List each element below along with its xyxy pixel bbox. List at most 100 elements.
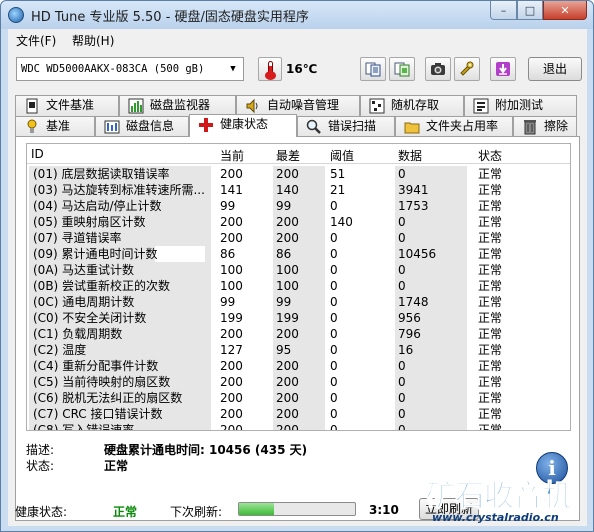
tab-extra-tests[interactable]: 附加测试	[464, 95, 577, 116]
smart-data-cell: 0	[395, 166, 467, 182]
smart-data-cell: 0	[395, 406, 467, 422]
tab-disk-info[interactable]: 磁盘信息	[95, 116, 189, 137]
menu-file[interactable]: 文件(F)	[16, 32, 56, 49]
smart-threshold-cell: 0	[327, 326, 391, 342]
maximize-button[interactable]: □	[517, 1, 543, 20]
tab-disk-monitor-label: 磁盘监视器	[150, 98, 211, 112]
table-row[interactable]: (09) 累计通电时间计数 86 86 0 10456 正常	[27, 246, 570, 262]
tab-file-benchmark[interactable]: 文件基准	[15, 95, 119, 116]
smart-current-cell: 200	[217, 326, 269, 342]
smart-threshold-cell: 0	[327, 246, 391, 262]
camera-icon	[431, 63, 445, 75]
smart-status-cell: 正常	[475, 214, 535, 230]
smart-status-cell: 正常	[475, 326, 535, 342]
chevron-down-icon: ▼	[230, 64, 236, 74]
col-header-worst[interactable]: 最差	[276, 147, 300, 164]
smart-id-cell: (C7) CRC 接口错误计数	[29, 406, 211, 422]
client-area: 文件(F) 帮助(H) WDC WD5000AAKX-083CA (500 gB…	[8, 29, 587, 526]
table-row[interactable]: (07) 寻道错误率 200 200 0 0 正常	[27, 230, 570, 246]
table-row[interactable]: (05) 重映射扇区计数 200 200 140 0 正常	[27, 214, 570, 230]
smart-status-cell: 正常	[475, 262, 535, 278]
smart-worst-cell: 100	[273, 278, 325, 294]
table-row[interactable]: (C4) 重新分配事件计数 200 200 0 0 正常	[27, 358, 570, 374]
table-row[interactable]: (C8) 写入错误速率 200 200 0 0 正常	[27, 422, 570, 430]
screenshot-camera-button[interactable]	[425, 57, 451, 81]
smart-data-cell: 0	[395, 422, 467, 430]
col-header-status[interactable]: 状态	[478, 147, 502, 164]
table-row[interactable]: (C5) 当前待映射的扇区数 200 200 0 0 正常	[27, 374, 570, 390]
smart-threshold-cell: 51	[327, 166, 391, 182]
smart-status-cell: 正常	[475, 230, 535, 246]
menu-help[interactable]: 帮助(H)	[72, 32, 114, 49]
tab-folder-usage[interactable]: 文件夹占用率	[395, 116, 513, 137]
folder-usage-icon	[404, 122, 420, 134]
table-row[interactable]: (0A) 马达重试计数 100 100 0 0 正常	[27, 262, 570, 278]
description-label: 描述:	[26, 443, 55, 457]
app-window: HD Tune 专业版 5.50 - 硬盘/固态硬盘实用程序 – □ ✕ 文件(…	[0, 0, 594, 532]
temperature-readout: 16℃	[286, 62, 318, 76]
smart-table[interactable]: ID 当前 最差 阈值 数据 状态 (01) 底层数据读取错误率 200 200 51…	[26, 143, 571, 431]
col-header-id[interactable]: ID	[31, 147, 44, 161]
table-row[interactable]: (C7) CRC 接口错误计数 200 200 0 0 正常	[27, 406, 570, 422]
smart-current-cell: 127	[217, 342, 269, 358]
thermometer-icon	[258, 57, 282, 81]
col-header-threshold[interactable]: 阈值	[330, 147, 354, 164]
table-row[interactable]: (C1) 负载周期数 200 200 0 796 正常	[27, 326, 570, 342]
health-icon	[199, 118, 213, 132]
save-button[interactable]	[490, 57, 516, 81]
tabs-top-row: 文件基准 磁盘监视器 自动噪音管理 随机存取 附加测试	[15, 95, 580, 116]
copy-screenshot-icon	[394, 62, 410, 77]
smart-id-cell: (C6) 脱机无法纠正的扇区数	[29, 390, 211, 406]
drive-select[interactable]: WDC WD5000AAKX-083CA (500 gB) ▼	[16, 57, 244, 81]
table-row[interactable]: (C2) 温度 127 95 0 16 正常	[27, 342, 570, 358]
smart-status-cell: 正常	[475, 198, 535, 214]
table-row[interactable]: (C0) 不安全关闭计数 199 199 0 956 正常	[27, 310, 570, 326]
close-button[interactable]: ✕	[543, 1, 587, 20]
exit-button[interactable]: 退出	[528, 57, 582, 81]
title-bar[interactable]: HD Tune 专业版 5.50 - 硬盘/固态硬盘实用程序 – □ ✕	[1, 1, 593, 29]
table-row[interactable]: (03) 马达旋转到标准转速所需... 141 140 21 3941 正常	[27, 182, 570, 198]
smart-threshold-cell: 0	[327, 342, 391, 358]
smart-current-cell: 86	[217, 246, 269, 262]
smart-worst-cell: 200	[273, 166, 325, 182]
tab-benchmark[interactable]: 基准	[15, 116, 95, 137]
table-row[interactable]: (0B) 尝试重新校正的次数 100 100 0 0 正常	[27, 278, 570, 294]
table-row[interactable]: (01) 底层数据读取错误率 200 200 51 0 正常	[27, 166, 570, 182]
copy-screenshot-button[interactable]	[389, 57, 415, 81]
tab-disk-monitor[interactable]: 磁盘监视器	[119, 95, 236, 116]
smart-threshold-cell: 0	[327, 278, 391, 294]
minimize-button[interactable]: –	[490, 1, 517, 20]
tab-erase[interactable]: 擦除	[513, 116, 577, 137]
smart-current-cell: 199	[217, 310, 269, 326]
smart-current-cell: 200	[217, 374, 269, 390]
smart-id-cell: (05) 重映射扇区计数	[29, 214, 211, 230]
smart-worst-cell: 200	[273, 406, 325, 422]
table-row[interactable]: (C6) 脱机无法纠正的扇区数 200 200 0 0 正常	[27, 390, 570, 406]
tab-aam[interactable]: 自动噪音管理	[236, 95, 360, 116]
smart-worst-cell: 86	[273, 246, 325, 262]
table-row[interactable]: (04) 马达启动/停止计数 99 99 0 1753 正常	[27, 198, 570, 214]
smart-current-cell: 141	[217, 182, 269, 198]
smart-worst-cell: 140	[273, 182, 325, 198]
options-button[interactable]	[454, 57, 480, 81]
smart-status-cell: 正常	[475, 422, 535, 430]
smart-worst-cell: 199	[273, 310, 325, 326]
table-row[interactable]: (0C) 通电周期计数 99 99 0 1748 正常	[27, 294, 570, 310]
state-label: 状态:	[26, 459, 55, 473]
state-value: 正常	[104, 459, 129, 473]
col-header-current[interactable]: 当前	[220, 147, 244, 164]
copy-text-button[interactable]	[360, 57, 386, 81]
smart-threshold-cell: 0	[327, 374, 391, 390]
smart-id-cell: (0A) 马达重试计数	[29, 262, 211, 278]
smart-threshold-cell: 0	[327, 422, 391, 430]
smart-worst-cell: 99	[273, 198, 325, 214]
smart-threshold-cell: 0	[327, 294, 391, 310]
options-icon	[460, 61, 474, 76]
tab-random-access[interactable]: 随机存取	[360, 95, 464, 116]
tab-error-scan[interactable]: 错误扫描	[297, 116, 395, 137]
tab-disk-info-label: 磁盘信息	[126, 119, 175, 133]
col-header-data[interactable]: 数据	[398, 147, 422, 164]
smart-data-cell: 1753	[395, 198, 467, 214]
smart-worst-cell: 100	[273, 262, 325, 278]
tab-health[interactable]: 健康状态	[189, 114, 297, 137]
